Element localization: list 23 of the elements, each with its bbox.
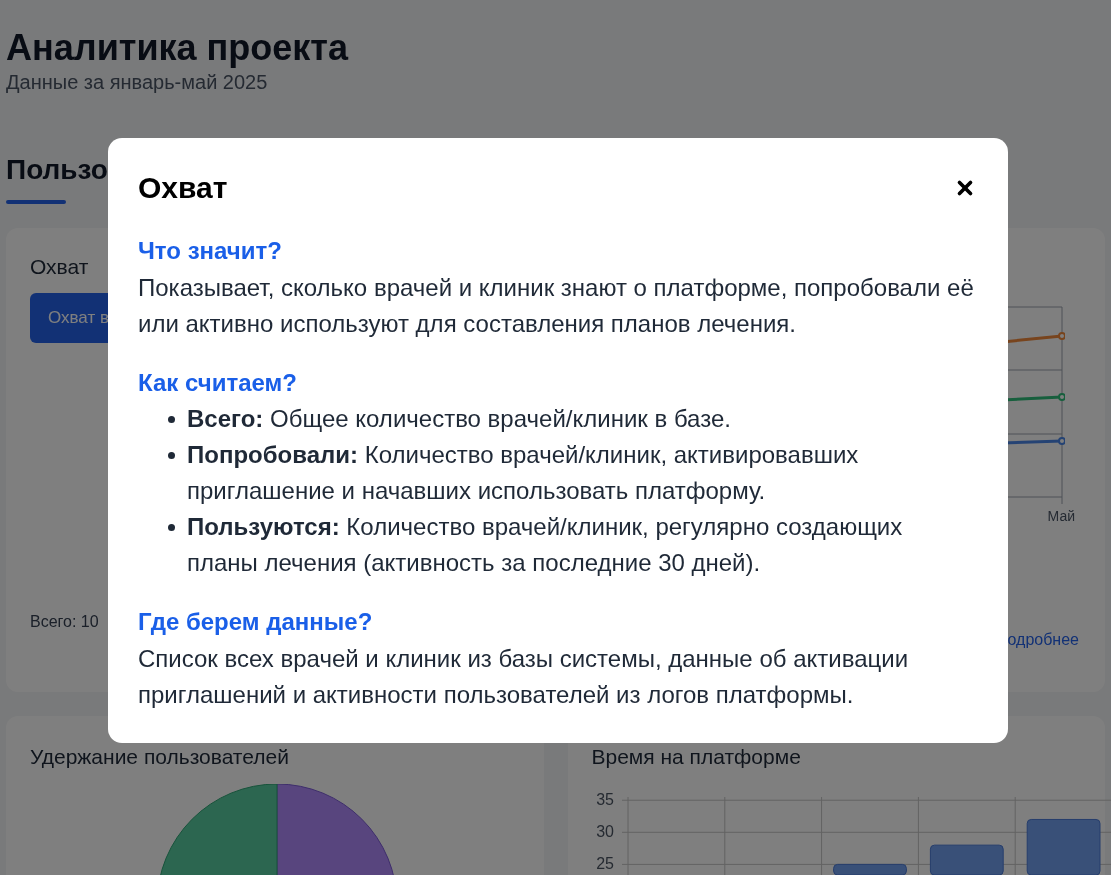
axis-tick: 30 [595, 823, 614, 841]
section-text: Список всех врачей и клиник из базы системы, данные об активации приглашений и активности пользователей из логов платформы. [138, 644, 910, 710]
modal-title: Охват [138, 170, 228, 206]
details-link[interactable]: одробнее [1007, 628, 1079, 652]
page-subtitle: Данные за январь-май 2025 [6, 70, 269, 94]
list-item-text: Пользуются: Количество врачей/клиник, регулярно создающих планы лечения (активность за последние 30 дней). [187, 512, 904, 578]
list-item-text: Попробовали: Количество врачей/клиник, активировавших приглашение и начавших использовать платформу. [187, 440, 860, 506]
list-item-text: Всего: Общее количество врачей/клиник в базе. [187, 404, 731, 434]
bullet-icon [168, 524, 175, 531]
bullet-icon [168, 416, 175, 423]
card-title: Время на платформе [591, 744, 801, 770]
bullet-icon [168, 452, 175, 459]
page-title: Аналитика проекта [6, 26, 350, 70]
axis-label: Май [1047, 507, 1075, 526]
card-title: Удержание пользователей [30, 744, 289, 770]
section-text: Показывает, сколько врачей и клиник знают о платформе, попробовали её или активно используют для составления планов лечения. [138, 273, 975, 339]
section-heading: Где берем данные? [138, 608, 374, 636]
section-heading: Что значит? [138, 237, 283, 265]
axis-tick: 25 [595, 855, 614, 873]
section-heading: Как считаем? [138, 369, 298, 397]
card-title: Охват [30, 254, 89, 280]
total-text: Всего: 10 [30, 612, 99, 632]
axis-tick: 35 [595, 791, 614, 809]
